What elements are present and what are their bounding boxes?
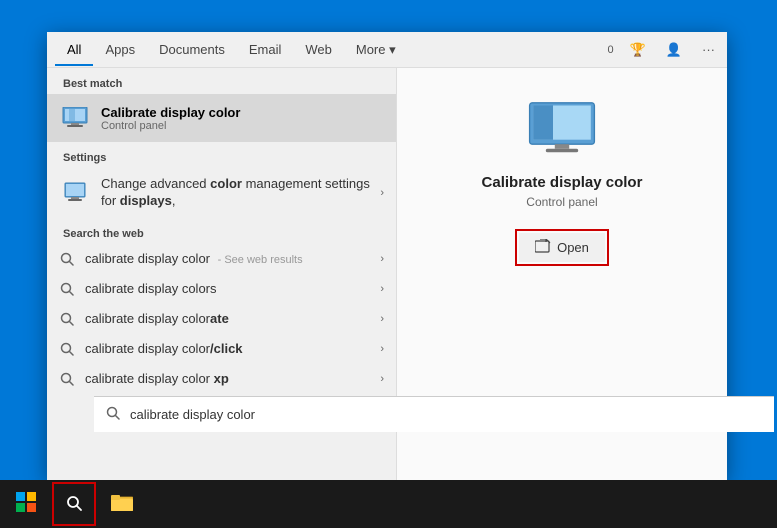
web-chevron-1: › [380, 253, 384, 265]
best-match-item[interactable]: Calibrate display color Control panel [47, 94, 396, 142]
web-chevron-2: › [380, 283, 384, 295]
web-text-2: calibrate display colors [85, 281, 380, 296]
web-suffix-1: - See web results [218, 254, 303, 266]
app-name-large: Calibrate display color [482, 174, 643, 191]
web-text-4: calibrate display color/click [85, 341, 380, 356]
app-type-large: Control panel [526, 195, 597, 209]
web-text-1: calibrate display color - See web result… [85, 251, 380, 266]
search-icon-5 [59, 371, 75, 387]
web-chevron-4: › [380, 343, 384, 355]
tab-apps[interactable]: Apps [93, 34, 147, 65]
taskbar-search-icon [66, 495, 82, 514]
windows-logo-icon [16, 492, 36, 517]
web-item-3[interactable]: calibrate display colorate › [47, 304, 396, 334]
tab-web[interactable]: Web [293, 34, 344, 65]
open-button-label: Open [557, 240, 589, 255]
search-icon-2 [59, 281, 75, 297]
best-match-text: Calibrate display color Control panel [101, 105, 384, 132]
tab-email[interactable]: Email [237, 34, 294, 65]
app-icon-large [522, 98, 602, 158]
settings-icon [59, 177, 91, 209]
search-icon-4 [59, 341, 75, 357]
web-item-5[interactable]: calibrate display color xp › [47, 364, 396, 394]
open-button[interactable]: Open [519, 233, 605, 262]
tab-all[interactable]: All [55, 34, 93, 65]
more-icon[interactable]: ··· [698, 38, 719, 61]
taskbar [0, 480, 777, 528]
open-icon [535, 239, 551, 256]
best-match-subtitle: Control panel [101, 120, 384, 132]
web-item-4[interactable]: calibrate display color/click › [47, 334, 396, 364]
trophy-icon[interactable]: 🏆 [626, 38, 650, 62]
search-input-text[interactable]: calibrate display color [130, 407, 762, 422]
taskbar-file-explorer-button[interactable] [100, 482, 144, 526]
windows-start-button[interactable] [4, 482, 48, 526]
calibrate-icon [59, 102, 91, 134]
tabs-right-icons: 0 🏆 👤 ··· [608, 38, 720, 62]
folder-icon [111, 493, 133, 516]
web-text-3: calibrate display colorate [85, 311, 380, 326]
web-chevron-5: › [380, 373, 384, 385]
web-text-5: calibrate display color xp [85, 371, 380, 386]
web-item-1[interactable]: calibrate display color - See web result… [47, 244, 396, 274]
tab-more[interactable]: More ▾ [344, 34, 408, 66]
settings-text: Change advanced color management setting… [101, 176, 380, 210]
tab-documents[interactable]: Documents [147, 34, 237, 65]
open-btn-wrapper: Open [515, 229, 609, 266]
search-popup: All Apps Documents Email Web More ▾ 0 🏆 … [47, 32, 727, 480]
web-search-label: Search the web [47, 218, 396, 244]
settings-label: Settings [47, 142, 396, 168]
web-item-2[interactable]: calibrate display colors › [47, 274, 396, 304]
taskbar-search-button[interactable] [52, 482, 96, 526]
notification-badge: 0 [608, 44, 614, 56]
search-icon-3 [59, 311, 75, 327]
settings-chevron: › [380, 187, 384, 199]
web-chevron-3: › [380, 313, 384, 325]
settings-item[interactable]: Change advanced color management setting… [47, 168, 396, 218]
best-match-title: Calibrate display color [101, 105, 384, 120]
person-icon[interactable]: 👤 [662, 38, 686, 62]
search-icon-1 [59, 251, 75, 267]
best-match-label: Best match [47, 68, 396, 94]
search-bar: calibrate display color [94, 396, 774, 432]
tabs-row: All Apps Documents Email Web More ▾ 0 🏆 … [47, 32, 727, 68]
desktop: All Apps Documents Email Web More ▾ 0 🏆 … [0, 0, 777, 528]
search-bar-icon [106, 406, 120, 423]
